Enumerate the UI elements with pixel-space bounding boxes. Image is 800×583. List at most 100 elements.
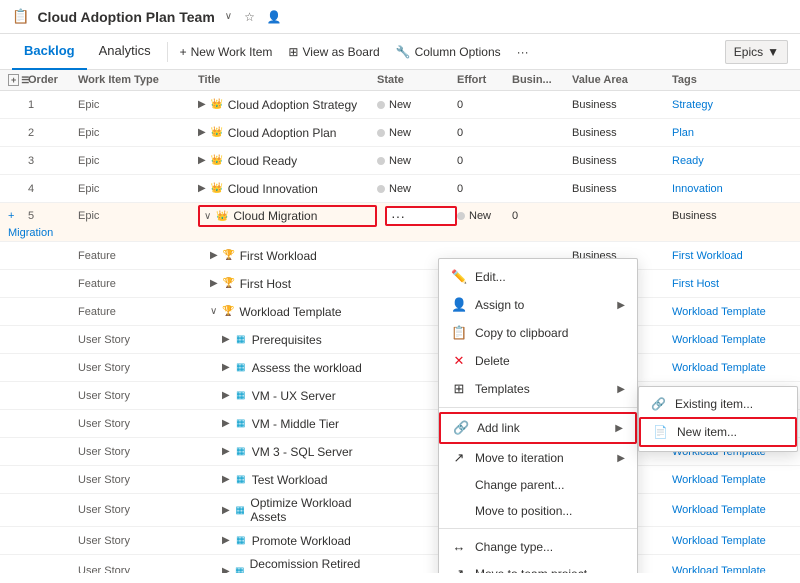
type-cell: Epic	[78, 99, 198, 111]
title-text: Cloud Adoption Plan Team	[37, 9, 214, 25]
title-cell[interactable]: ▶ ▦ VM - Middle Tier	[198, 417, 377, 431]
tab-analytics[interactable]: Analytics	[87, 34, 163, 70]
title-cell[interactable]: ▶ ▦ Prerequisites	[198, 333, 377, 347]
tags-cell: First Workload	[672, 250, 792, 262]
new-work-item-button[interactable]: + New Work Item	[172, 41, 281, 63]
expand-icon[interactable]: ▶	[222, 566, 230, 574]
title-cell[interactable]: ∨ 👑 Cloud Migration	[198, 205, 377, 227]
title-icon: 📋	[12, 8, 29, 25]
order-cell: 2	[28, 127, 78, 139]
expand-icon[interactable]: ▶	[210, 250, 218, 261]
row-add[interactable]: +	[8, 210, 28, 222]
title-cell[interactable]: ▶ 🏆 First Workload	[198, 249, 377, 263]
title-cell[interactable]: ∨ 🏆 Workload Template	[198, 305, 377, 319]
view-as-board-button[interactable]: ⊞ View as Board	[280, 41, 387, 63]
expand-icon[interactable]: ▶	[198, 127, 206, 138]
title-cell[interactable]: ▶ ▦ Optimize Workload Assets	[198, 496, 377, 524]
state-cell: New	[377, 99, 457, 111]
type-cell: Epic	[78, 210, 198, 222]
epic-icon: 👑	[210, 126, 224, 140]
state-cell: New	[377, 155, 457, 167]
column-options-label: Column Options	[415, 45, 501, 59]
tab-backlog[interactable]: Backlog	[12, 34, 87, 70]
title-cell[interactable]: ▶ 🏆 First Host	[198, 277, 377, 291]
add-col-header[interactable]: + ☰	[8, 74, 28, 86]
order-cell: 1	[28, 99, 78, 111]
expand-icon[interactable]: ∨	[210, 306, 217, 317]
submenu-arrow-icon: ▶	[617, 300, 625, 311]
menu-item-change-parent[interactable]: Change parent...	[439, 472, 637, 498]
table-row: User Story ▶ ▦ Prerequisites Business Wo…	[0, 326, 800, 354]
expand-icon[interactable]: ▶	[198, 183, 206, 194]
expand-icon[interactable]: ▶	[222, 505, 230, 516]
title-cell[interactable]: ▶ ▦ Assess the workload	[198, 361, 377, 375]
title-cell[interactable]: ▶ ▦ VM - UX Server	[198, 389, 377, 403]
menu-item-move-iteration[interactable]: ↗ Move to iteration ▶	[439, 444, 637, 472]
title-star[interactable]: ☆	[244, 10, 255, 24]
menu-item-move-position[interactable]: Move to position...	[439, 498, 637, 524]
row-title: First Workload	[240, 249, 317, 263]
value-area-cell: Business	[572, 183, 672, 195]
tags-cell: Plan	[672, 127, 792, 139]
expand-icon[interactable]: ▶	[222, 418, 230, 429]
title-cell[interactable]: ▶ 👑 Cloud Adoption Strategy	[198, 98, 377, 112]
expand-icon[interactable]: ▶	[210, 278, 218, 289]
row-title: Test Workload	[252, 473, 328, 487]
title-header: Title	[198, 74, 377, 86]
iteration-icon: ↗	[451, 450, 467, 466]
expand-icon[interactable]: ▶	[222, 390, 230, 401]
type-cell: User Story	[78, 390, 198, 402]
submenu-item-new[interactable]: 📄 New item...	[639, 417, 797, 447]
row-title: VM - UX Server	[252, 389, 336, 403]
submenu-label: New item...	[677, 425, 737, 439]
expand-icon[interactable]: ▶	[222, 334, 230, 345]
story-icon: ▦	[234, 333, 248, 347]
more-button[interactable]: ···	[385, 206, 457, 226]
title-cell[interactable]: ▶ ▦ Test Workload	[198, 473, 377, 487]
state-cell: New	[457, 210, 512, 222]
expand-icon[interactable]: ▶	[198, 99, 206, 110]
type-cell: User Story	[78, 565, 198, 573]
menu-item-assign-to[interactable]: 👤 Assign to ▶	[439, 291, 637, 319]
menu-item-copy[interactable]: 📋 Copy to clipboard	[439, 319, 637, 347]
menu-label: Move to position...	[475, 504, 572, 518]
title-cell[interactable]: ▶ ▦ VM 3 - SQL Server	[198, 445, 377, 459]
expand-icon[interactable]: ▶	[222, 535, 230, 546]
menu-label: Move to iteration	[475, 451, 564, 465]
more-options-button[interactable]: ···	[509, 41, 537, 63]
expand-icon[interactable]: ▶	[222, 474, 230, 485]
expand-icon[interactable]: ▶	[198, 155, 206, 166]
board-icon: ⊞	[288, 45, 298, 59]
epics-button[interactable]: Epics ▼	[725, 40, 788, 64]
expand-icon[interactable]: ∨	[204, 211, 211, 222]
menu-item-change-type[interactable]: ↔ Change type...	[439, 533, 637, 560]
order-cell: 5	[28, 210, 78, 222]
title-cell[interactable]: ▶ 👑 Cloud Adoption Plan	[198, 126, 377, 140]
menu-item-edit[interactable]: ✏️ Edit...	[439, 263, 637, 291]
state-cell: New	[377, 183, 457, 195]
column-options-button[interactable]: 🔧 Column Options	[388, 41, 509, 63]
menu-item-templates[interactable]: ⊞ Templates ▶	[439, 375, 637, 403]
menu-item-delete[interactable]: ✕ Delete	[439, 347, 637, 375]
title-chevron[interactable]: ∨	[225, 11, 232, 22]
title-cell[interactable]: ▶ 👑 Cloud Innovation	[198, 182, 377, 196]
table-row: User Story ▶ ▦ Promote Workload Business…	[0, 527, 800, 555]
value-area-cell: Business	[572, 155, 672, 167]
title-cell[interactable]: ▶ 👑 Cloud Ready	[198, 154, 377, 168]
menu-label: Assign to	[475, 298, 524, 312]
menu-item-add-link[interactable]: 🔗 Add link ▶	[439, 412, 637, 444]
effort-cell: 0	[457, 99, 512, 111]
menu-label: Edit...	[475, 270, 506, 284]
menu-item-move-team[interactable]: ↗ Move to team project...	[439, 560, 637, 573]
title-cell[interactable]: ▶ ▦ Decomission Retired Assets	[198, 557, 377, 573]
expand-icon[interactable]: ▶	[222, 446, 230, 457]
expand-icon[interactable]: ▶	[222, 362, 230, 373]
title-person[interactable]: 👤	[267, 10, 282, 24]
story-icon: ▦	[234, 361, 248, 375]
work-item-type-header: Work Item Type	[78, 74, 198, 86]
row-title: Optimize Workload Assets	[250, 496, 377, 524]
submenu-item-existing[interactable]: 🔗 Existing item...	[639, 391, 797, 417]
title-cell[interactable]: ▶ ▦ Promote Workload	[198, 534, 377, 548]
story-icon: ▦	[234, 503, 247, 517]
value-area-cell: Business	[672, 210, 792, 222]
